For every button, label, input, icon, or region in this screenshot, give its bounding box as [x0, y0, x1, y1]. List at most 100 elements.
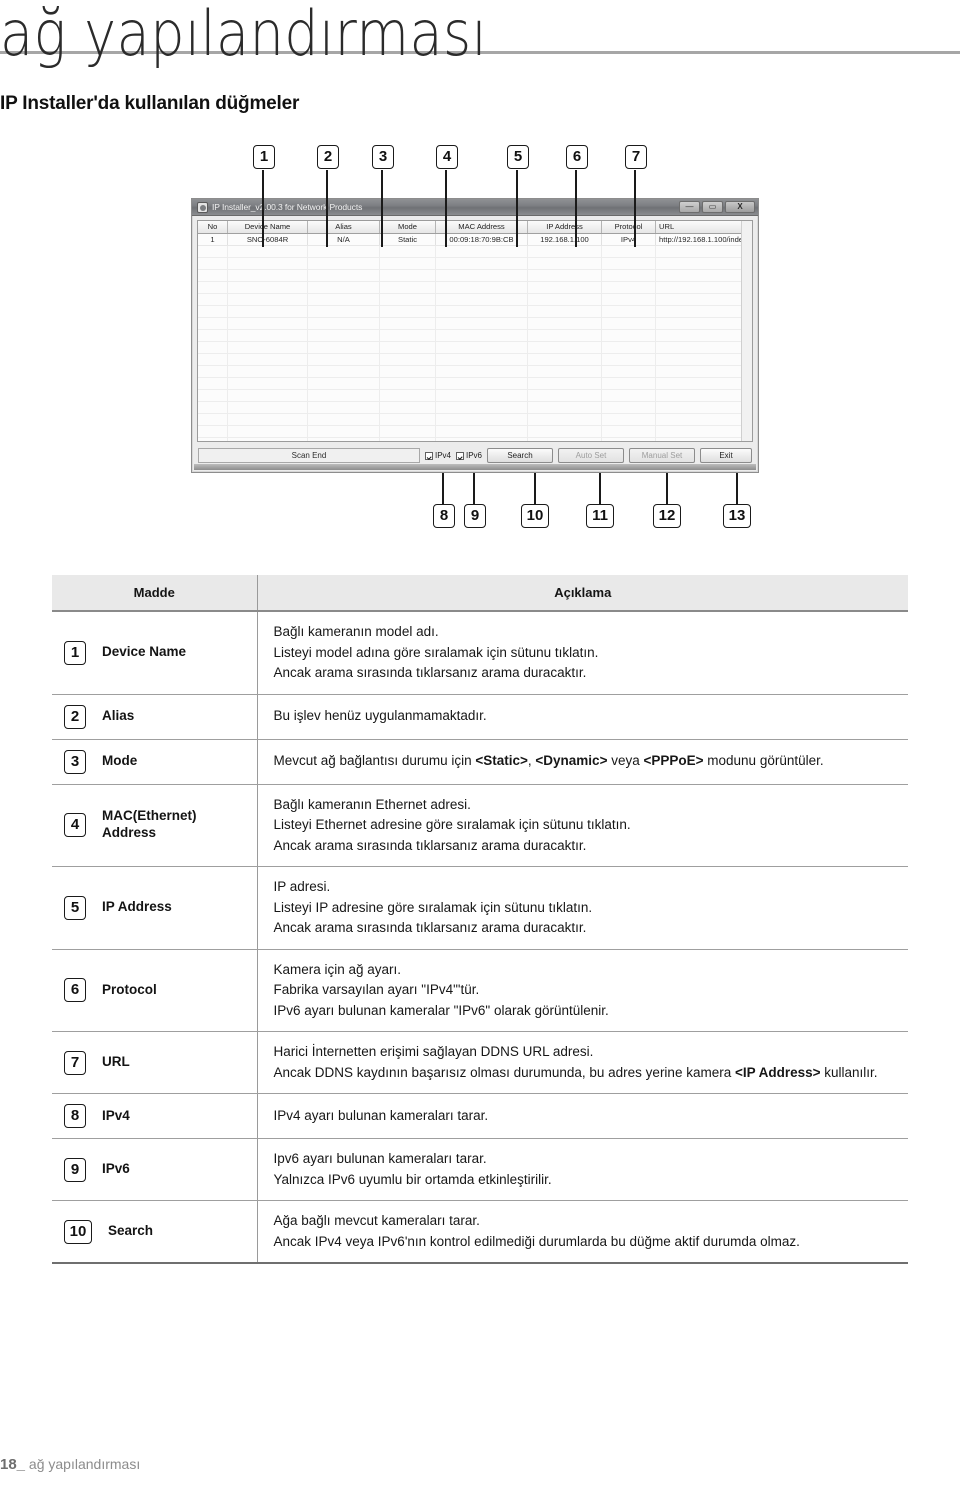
- grid-empty-cell: [228, 342, 308, 353]
- manual-set-button[interactable]: Manual Set: [629, 448, 695, 463]
- col-header-alias[interactable]: Alias: [308, 221, 380, 233]
- minimize-button[interactable]: —: [679, 201, 700, 213]
- status-field: Scan End: [198, 448, 420, 463]
- grid-empty-cell: [198, 414, 228, 425]
- col-header-no[interactable]: No: [198, 221, 228, 233]
- item-inner: 7 URL: [64, 1050, 257, 1075]
- grid-empty-cell: [602, 414, 656, 425]
- cell-protocol: IPv4: [602, 234, 656, 245]
- button-description-table: Madde Açıklama 1 Device Name Bağlı kameran…: [52, 575, 908, 1265]
- callout-badge-2: 2: [317, 145, 339, 169]
- grid-empty-cell: [380, 246, 436, 257]
- grid-empty-cell: [656, 246, 752, 257]
- grid-empty-cell: [228, 402, 308, 413]
- grid-empty-row: [198, 318, 752, 330]
- item-label: MAC(Ethernet) Address: [102, 808, 197, 842]
- grid-empty-cell: [308, 342, 380, 353]
- window-bottom-edge: [194, 464, 756, 470]
- item-label: IPv4: [102, 1107, 130, 1123]
- col-header-mac-address[interactable]: MAC Address: [436, 221, 528, 233]
- description-line: Bağlı kameranın Ethernet adresi.: [273, 796, 471, 812]
- cell-url: http://192.168.1.100/index.htm: [656, 234, 752, 245]
- cell-item: 2 Alias: [52, 694, 258, 740]
- cell-ip-address: 192.168.1.100: [528, 234, 602, 245]
- grid-empty-cell: [656, 438, 752, 441]
- grid-empty-cell: [198, 282, 228, 293]
- grid-empty-cell: [380, 438, 436, 441]
- callout-badge-3: 3: [372, 145, 394, 169]
- grid-empty-cell: [528, 306, 602, 317]
- grid-empty-cell: [656, 390, 752, 401]
- app-icon: [197, 201, 208, 213]
- item-number-badge-8: 8: [64, 1104, 86, 1129]
- grid-empty-cell: [228, 438, 308, 441]
- grid-empty-cell: [528, 294, 602, 305]
- grid-empty-cell: [380, 390, 436, 401]
- grid-empty-cell: [436, 258, 528, 269]
- cell-mac-address: 00:09:18:70:9B:CB: [436, 234, 528, 245]
- grid-empty-cell: [656, 402, 752, 413]
- auto-set-button[interactable]: Auto Set: [558, 448, 624, 463]
- grid-empty-row: [198, 354, 752, 366]
- grid-empty-cell: [380, 270, 436, 281]
- description-line: Listeyi Ethernet adresine göre sıralamak…: [273, 817, 631, 833]
- col-header-ip-address[interactable]: IP Address: [528, 221, 602, 233]
- col-header-device-name[interactable]: Device Name: [228, 221, 308, 233]
- grid-empty-cell: [656, 306, 752, 317]
- search-button[interactable]: Search: [487, 448, 553, 463]
- col-header-mode[interactable]: Mode: [380, 221, 436, 233]
- grid-empty-cell: [436, 342, 528, 353]
- callout-leader-line-4: [445, 170, 447, 247]
- callout-badge-9: 9: [464, 504, 486, 528]
- callout-leader-line-10: [534, 473, 536, 504]
- callout-badge-4: 4: [436, 145, 458, 169]
- grid-empty-cell: [602, 402, 656, 413]
- grid-empty-cell: [656, 342, 752, 353]
- checkbox-checked-icon: [424, 451, 433, 460]
- col-header-url[interactable]: URL: [656, 221, 752, 233]
- cell-mode: Static: [380, 234, 436, 245]
- grid-empty-cell: [198, 390, 228, 401]
- grid-empty-cell: [602, 354, 656, 365]
- grid-empty-cell: [602, 390, 656, 401]
- grid-header-row: No Device Name Alias Mode MAC Address IP…: [198, 221, 752, 234]
- cell-description: Harici İnternetten erişimi sağlayan DDNS…: [257, 1031, 908, 1095]
- item-inner: 2 Alias: [64, 704, 257, 729]
- grid-empty-row: [198, 246, 752, 258]
- cell-item: 5 IP Address: [52, 866, 258, 950]
- grid-empty-cell: [656, 258, 752, 269]
- grid-empty-cell: [198, 294, 228, 305]
- callout-leader-line-5: [516, 170, 518, 247]
- grid-empty-cell: [380, 354, 436, 365]
- exit-button[interactable]: Exit: [700, 448, 752, 463]
- item-label-line: MAC(Ethernet): [102, 808, 197, 824]
- ipv6-checkbox[interactable]: IPv6: [455, 451, 482, 460]
- item-number-badge-7: 7: [64, 1050, 86, 1075]
- grid-empty-cell: [198, 402, 228, 413]
- item-inner: 6 Protocol: [64, 978, 257, 1003]
- col-header-protocol[interactable]: Protocol: [602, 221, 656, 233]
- close-button[interactable]: X: [725, 201, 755, 213]
- grid-empty-cell: [656, 330, 752, 341]
- item-label: URL: [102, 1054, 130, 1070]
- callout-badge-13: 13: [723, 504, 751, 528]
- window-titlebar: IP Installer_v2.00.3 for Network Product…: [192, 199, 758, 216]
- item-label: Alias: [102, 708, 135, 724]
- description-line: Ancak DDNS kaydının başarısız olması dur…: [273, 1064, 878, 1080]
- cell-item: 7 URL: [52, 1031, 258, 1095]
- grid-empty-cell: [228, 246, 308, 257]
- description-line: Ancak IPv4 veya IPv6'nın kontrol edilmed…: [273, 1233, 800, 1249]
- table-row[interactable]: 1 SNO-6084R N/A Static 00:09:18:70:9B:CB…: [198, 234, 752, 246]
- grid-empty-cell: [308, 354, 380, 365]
- grid-empty-row: [198, 402, 752, 414]
- grid-empty-cell: [436, 402, 528, 413]
- grid-empty-cell: [198, 258, 228, 269]
- item-inner: 4 MAC(Ethernet) Address: [64, 808, 257, 842]
- maximize-button[interactable]: ▭: [702, 201, 723, 213]
- grid-empty-cell: [436, 282, 528, 293]
- grid-empty-cell: [380, 426, 436, 437]
- grid-vertical-scrollbar[interactable]: [741, 221, 752, 441]
- cell-item: 1 Device Name: [52, 611, 258, 695]
- grid-empty-row: [198, 294, 752, 306]
- ipv4-checkbox[interactable]: IPv4: [424, 451, 451, 460]
